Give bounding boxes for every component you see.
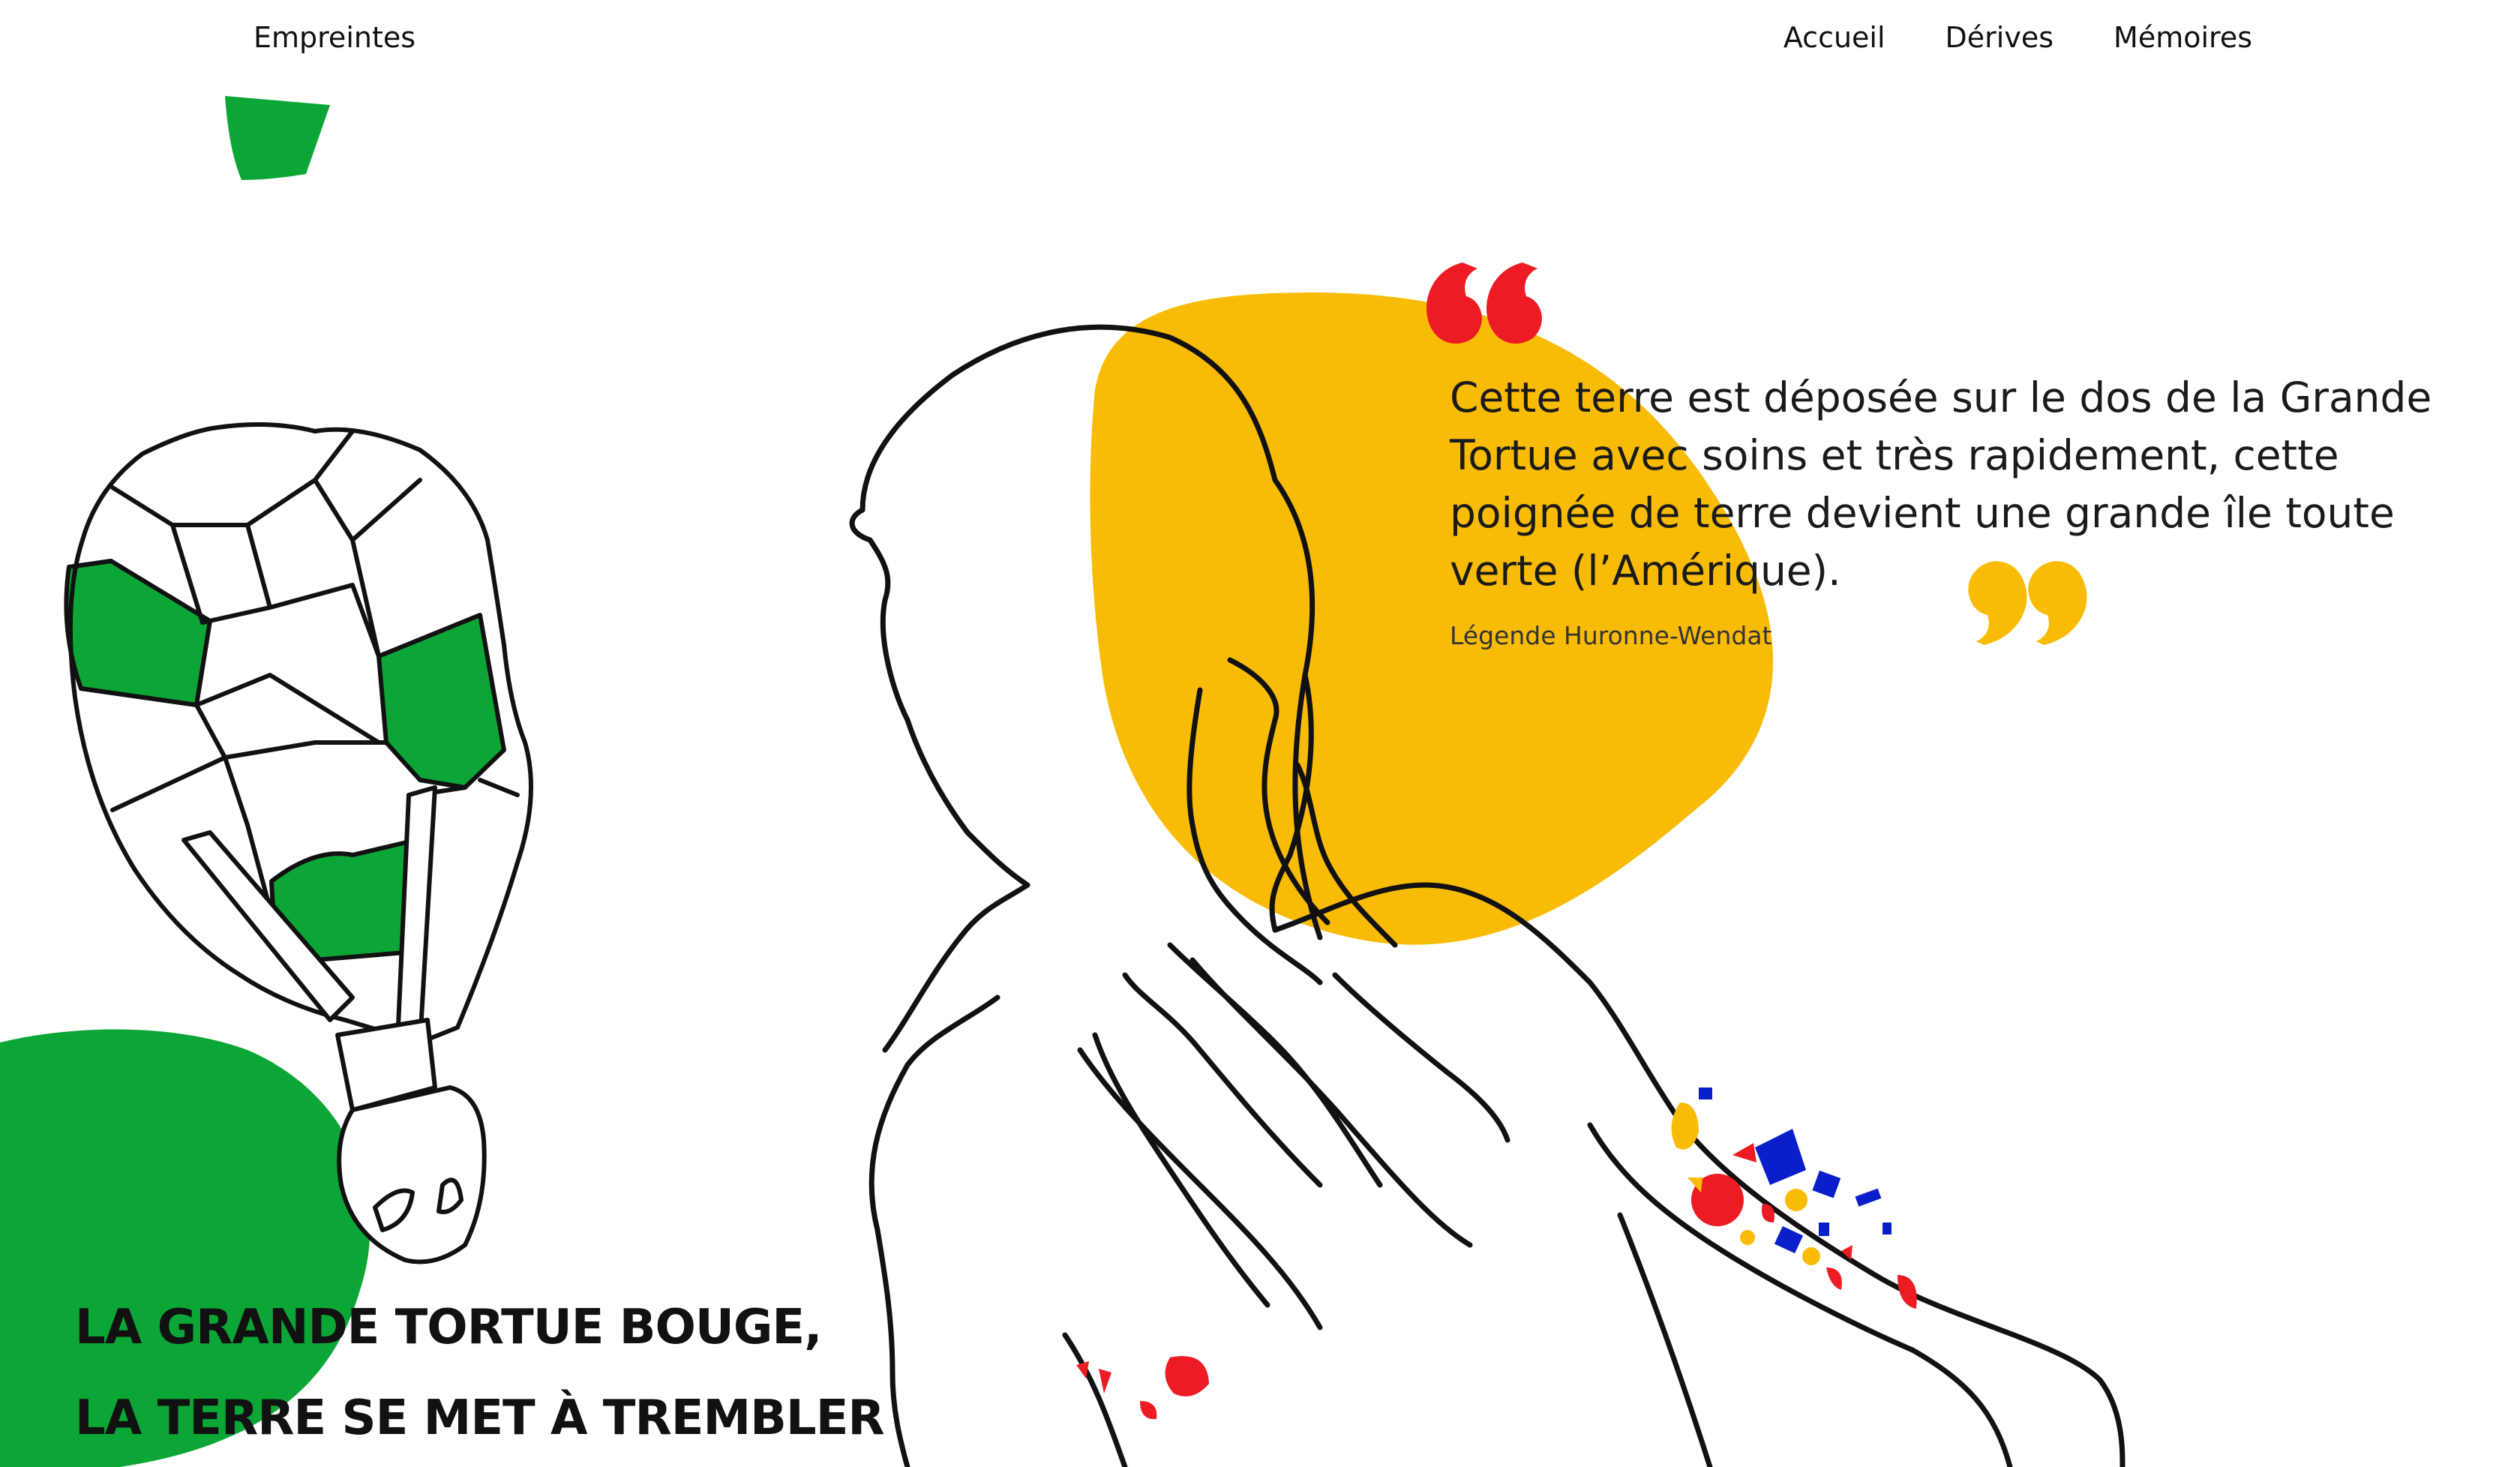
brand-link[interactable]: Empreintes — [254, 18, 416, 57]
green-corner-shape — [225, 96, 330, 180]
nav-link-derives[interactable]: Dérives — [1946, 18, 2054, 57]
quote-attribution: Légende Huronne-Wendat — [1450, 621, 1772, 650]
turtle-patch-right — [376, 613, 506, 790]
hero-headline: LA GRANDE TORTUE BOUGE, LA TERRE SE MET … — [75, 1282, 885, 1464]
nav-link-accueil[interactable]: Accueil — [1784, 18, 1886, 57]
hero-headline-line-2: LA TERRE SE MET À TREMBLER — [75, 1390, 885, 1446]
illustration-layer — [0, 96, 2126, 1467]
main-nav: Accueil Dérives Mémoires — [1784, 18, 2252, 57]
nav-link-memoires[interactable]: Mémoires — [2114, 18, 2252, 57]
quote-text: Cette terre est déposée sur le dos de la… — [1450, 374, 2432, 595]
hero-headline-line-1: LA GRANDE TORTUE BOUGE, — [75, 1300, 822, 1355]
